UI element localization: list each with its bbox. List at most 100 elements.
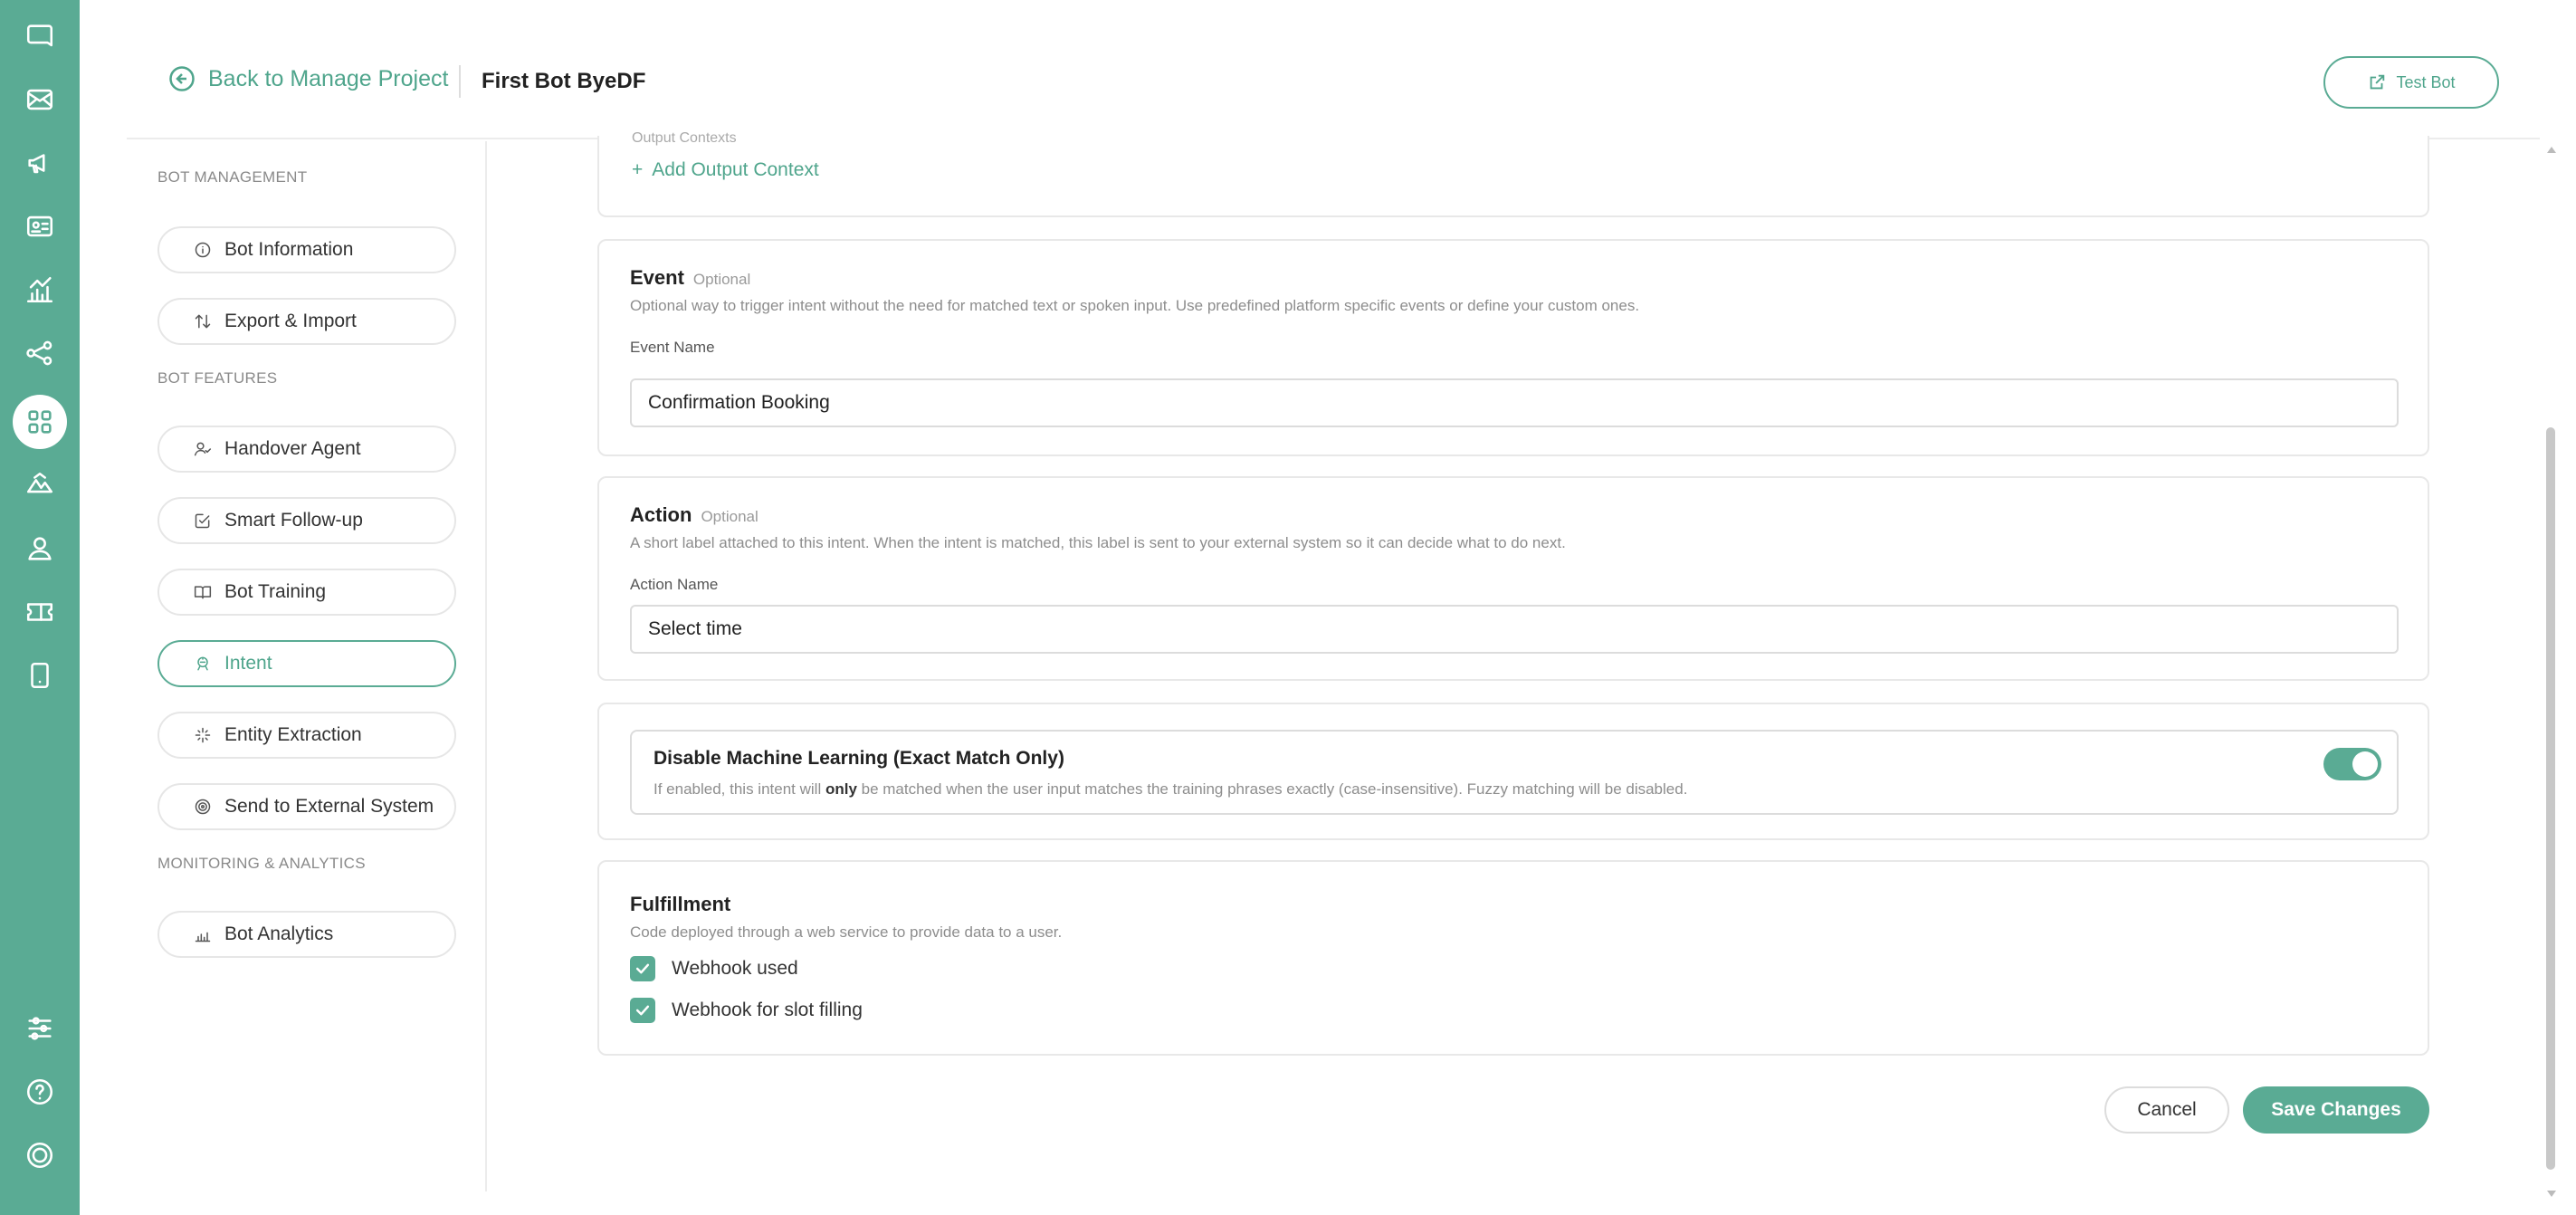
menu-item-bot-information[interactable]: Bot Information bbox=[157, 226, 456, 273]
menu-item-handover-agent[interactable]: Handover Agent bbox=[157, 426, 456, 473]
event-name-input[interactable] bbox=[630, 378, 2399, 427]
checkbox-checked[interactable] bbox=[630, 998, 655, 1023]
ticket-icon[interactable] bbox=[18, 590, 62, 634]
book-icon bbox=[194, 586, 212, 599]
action-title-text: Action bbox=[630, 503, 692, 526]
action-name-label: Action Name bbox=[630, 576, 719, 593]
webhook-slot-filling-checkbox[interactable]: Webhook for slot filling bbox=[630, 998, 863, 1023]
menu-item-label: Entity Extraction bbox=[224, 724, 362, 745]
info-icon bbox=[195, 242, 211, 258]
back-link-label: Back to Manage Project bbox=[208, 65, 449, 91]
disable-ml-description: If enabled, this intent will only be mat… bbox=[654, 780, 1687, 799]
checkbox-label: Webhook used bbox=[672, 958, 798, 979]
analytics-icon[interactable] bbox=[18, 268, 62, 311]
section-bot-management: BOT MANAGEMENT bbox=[157, 168, 308, 186]
power-icon[interactable] bbox=[18, 1134, 62, 1177]
sparkle-icon bbox=[195, 727, 211, 743]
save-changes-button[interactable]: Save Changes bbox=[2243, 1086, 2429, 1134]
handover-icon bbox=[194, 442, 212, 456]
disable-ml-toggle[interactable] bbox=[2323, 748, 2381, 780]
edit-check-icon bbox=[195, 513, 210, 529]
back-to-manage-project-link[interactable]: Back to Manage Project bbox=[168, 65, 448, 92]
contact-card-icon[interactable] bbox=[18, 205, 62, 248]
output-context-card: Output Contexts + Add Output Context bbox=[597, 130, 2429, 217]
action-optional-tag: Optional bbox=[701, 508, 758, 525]
section-bot-features: BOT FEATURES bbox=[157, 369, 278, 387]
bot-title: First Bot ByeDF bbox=[482, 69, 646, 93]
disable-ml-card: Disable Machine Learning (Exact Match On… bbox=[597, 703, 2429, 840]
ml-desc-part: be matched when the user input matches t… bbox=[856, 780, 1688, 798]
ml-desc-bold: only bbox=[825, 780, 857, 798]
target-icon bbox=[195, 799, 211, 815]
fulfillment-title: Fulfillment bbox=[630, 893, 731, 915]
menu-item-bot-training[interactable]: Bot Training bbox=[157, 569, 456, 616]
menu-item-label: Handover Agent bbox=[224, 438, 361, 459]
bot-settings-menu: BOT MANAGEMENT Bot Information Export & … bbox=[127, 141, 487, 1191]
event-name-label: Event Name bbox=[630, 339, 715, 356]
scroll-thumb[interactable] bbox=[2546, 427, 2555, 1170]
action-description: A short label attached to this intent. W… bbox=[630, 534, 1566, 551]
menu-item-bot-analytics[interactable]: Bot Analytics bbox=[157, 911, 456, 958]
event-title: Event Optional bbox=[630, 266, 750, 290]
scrollbar[interactable] bbox=[2543, 141, 2560, 1201]
chat-icon[interactable] bbox=[18, 14, 62, 58]
icon-rail bbox=[0, 0, 80, 1215]
event-description: Optional way to trigger intent without t… bbox=[630, 297, 1640, 314]
menu-item-smart-follow-up[interactable]: Smart Follow-up bbox=[157, 497, 456, 544]
checkbox-checked[interactable] bbox=[630, 956, 655, 981]
section-monitoring-analytics: MONITORING & ANALYTICS bbox=[157, 855, 366, 872]
disable-ml-box: Disable Machine Learning (Exact Match On… bbox=[630, 730, 2399, 815]
megaphone-icon[interactable] bbox=[18, 141, 62, 185]
toggle-knob bbox=[2352, 751, 2378, 777]
event-title-text: Event bbox=[630, 266, 684, 289]
fulfillment-description: Code deployed through a web service to p… bbox=[630, 923, 1063, 941]
menu-item-label: Bot Information bbox=[224, 239, 354, 260]
integration-icon[interactable] bbox=[18, 464, 62, 507]
mail-icon[interactable] bbox=[18, 78, 62, 121]
action-name-input[interactable] bbox=[630, 605, 2399, 654]
action-card: Action Optional A short label attached to… bbox=[597, 476, 2429, 681]
external-link-icon bbox=[2371, 74, 2385, 90]
checkbox-label: Webhook for slot filling bbox=[672, 1000, 863, 1020]
share-nodes-icon[interactable] bbox=[18, 331, 62, 375]
add-output-context-link[interactable]: + Add Output Context bbox=[632, 159, 819, 181]
fulfillment-card: Fulfillment Code deployed through a web … bbox=[597, 860, 2429, 1056]
test-bot-button[interactable]: Test Bot bbox=[2323, 56, 2499, 109]
scroll-up-arrow[interactable] bbox=[2547, 147, 2556, 153]
header-divider bbox=[459, 65, 461, 98]
user-icon[interactable] bbox=[18, 527, 62, 570]
plus-icon: + bbox=[632, 159, 644, 180]
apps-grid-icon[interactable] bbox=[13, 395, 67, 449]
ml-desc-part: If enabled, this intent will bbox=[654, 780, 825, 798]
menu-item-label: Bot Training bbox=[224, 581, 327, 602]
help-icon[interactable] bbox=[18, 1070, 62, 1114]
menu-item-entity-extraction[interactable]: Entity Extraction bbox=[157, 712, 456, 759]
check-icon bbox=[635, 963, 650, 974]
bar-chart-icon bbox=[195, 932, 211, 942]
intent-icon bbox=[197, 656, 208, 671]
menu-item-label: Send to External System bbox=[224, 796, 434, 817]
menu-item-label: Bot Analytics bbox=[224, 923, 334, 944]
page-header: Back to Manage Project First Bot ByeDF T… bbox=[127, 0, 2540, 139]
sliders-icon[interactable] bbox=[18, 1007, 62, 1050]
menu-item-label: Smart Follow-up bbox=[224, 510, 363, 531]
menu-item-label: Intent bbox=[224, 653, 272, 674]
event-card: Event Optional Optional way to trigger in… bbox=[597, 239, 2429, 456]
event-optional-tag: Optional bbox=[692, 271, 751, 288]
disable-ml-title: Disable Machine Learning (Exact Match On… bbox=[654, 748, 1064, 769]
menu-item-label: Export & Import bbox=[224, 311, 357, 331]
webhook-used-checkbox[interactable]: Webhook used bbox=[630, 956, 798, 981]
cancel-button[interactable]: Cancel bbox=[2104, 1086, 2229, 1134]
swap-arrows-icon bbox=[195, 314, 211, 329]
scroll-down-arrow[interactable] bbox=[2547, 1191, 2556, 1197]
mobile-icon[interactable] bbox=[18, 654, 62, 697]
test-bot-label: Test Bot bbox=[2396, 72, 2456, 91]
menu-item-intent[interactable]: Intent bbox=[157, 640, 456, 687]
menu-item-send-to-external-system[interactable]: Send to External System bbox=[157, 783, 456, 830]
menu-item-export-import[interactable]: Export & Import bbox=[157, 298, 456, 345]
action-title: Action Optional bbox=[630, 503, 758, 527]
add-output-context-label: Add Output Context bbox=[652, 159, 819, 180]
arrow-left-circle-icon bbox=[169, 66, 195, 91]
output-contexts-label: Output Contexts bbox=[632, 130, 737, 146]
check-icon bbox=[635, 1005, 650, 1016]
